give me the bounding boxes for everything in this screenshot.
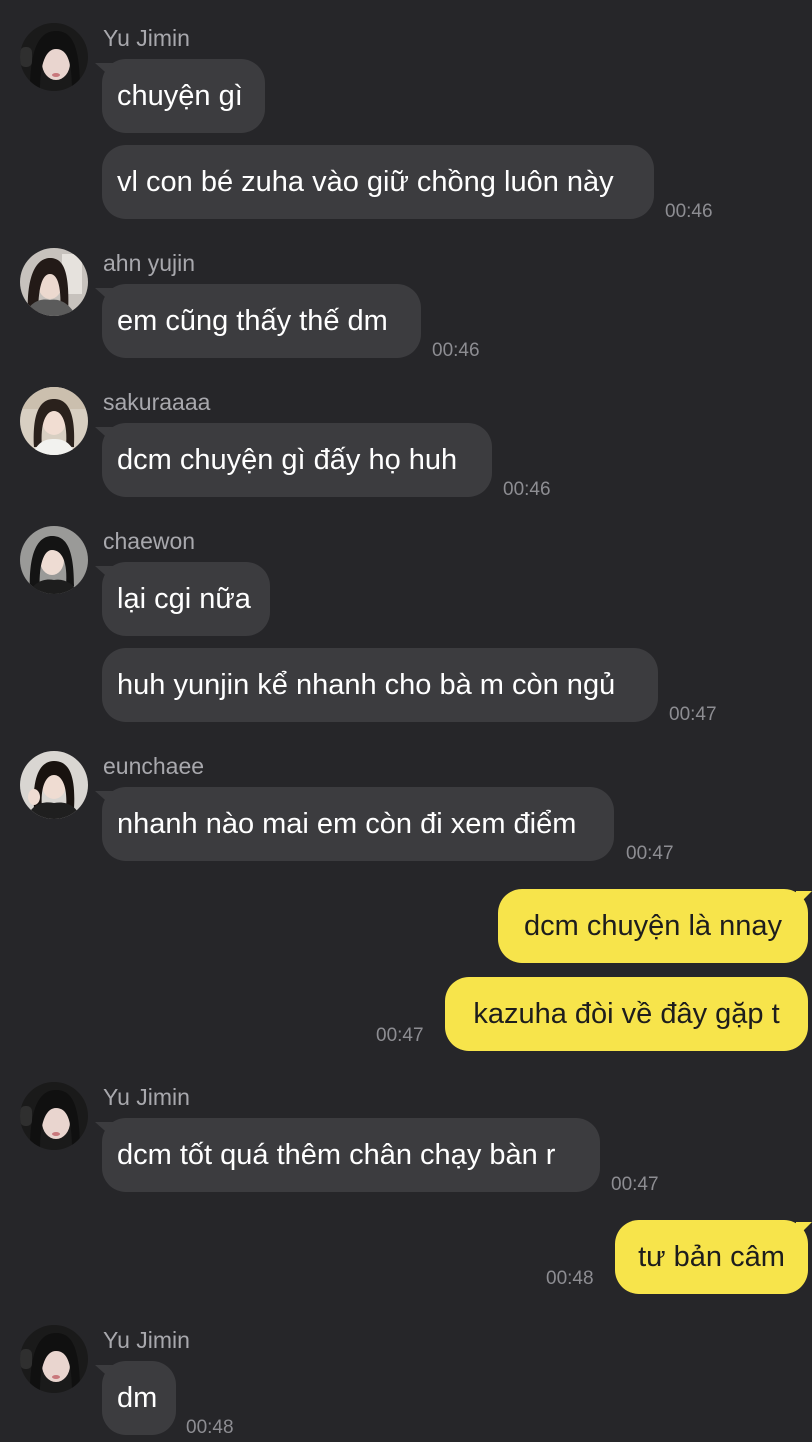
message-timestamp: 00:48 [546,1268,594,1289]
message-bubble[interactable]: huh yunjin kể nhanh cho bà m còn ngủ [102,648,658,722]
bubble-tail [796,1222,812,1238]
sender-name: ahn yujin [103,250,196,276]
message-bubble[interactable]: dcm tốt quá thêm chân chạy bàn r [102,1118,600,1192]
message-timestamp: 00:46 [432,340,480,361]
message-bubble[interactable]: nhanh nào mai em còn đi xem điểm [102,787,614,861]
message-bubble[interactable]: dcm chuyện gì đấy họ huh [102,423,492,497]
sender-name: Yu Jimin [103,25,190,51]
chat-message-list[interactable]: Yu Jimin chuyện gì vl con bé zuha vào gi… [0,0,812,1442]
message-bubble[interactable]: chuyện gì [102,59,265,133]
my-message-bubble[interactable]: kazuha đòi về đây gặp t [445,977,808,1051]
message-timestamp: 00:46 [503,479,551,500]
message-bubble[interactable]: vl con bé zuha vào giữ chồng luôn này [102,145,654,219]
message-timestamp: 00:48 [186,1417,234,1438]
message-bubble[interactable]: dm [102,1361,176,1435]
message-timestamp: 00:46 [665,201,713,222]
avatar-yu-jimin[interactable] [20,1325,88,1393]
avatar-yu-jimin[interactable] [20,23,88,91]
sender-name: eunchaee [103,753,205,779]
my-message-bubble[interactable]: tư bản câm [615,1220,808,1294]
my-message-bubble[interactable]: dcm chuyện là nnay [498,889,808,963]
message-timestamp: 00:47 [611,1174,659,1195]
sender-name: Yu Jimin [103,1327,190,1353]
sender-name: Yu Jimin [103,1084,190,1110]
message-timestamp: 00:47 [669,704,717,725]
sender-name: sakuraaaa [103,389,211,415]
message-bubble[interactable]: lại cgi nữa [102,562,270,636]
message-timestamp: 00:47 [626,843,674,864]
avatar-sakuraaaa[interactable] [20,387,88,455]
bubble-tail [796,891,812,907]
sender-name: chaewon [103,528,196,554]
avatar-ahn-yujin[interactable] [20,248,88,316]
message-bubble[interactable]: em cũng thấy thế dm [102,284,421,358]
avatar-eunchaee[interactable] [20,751,88,819]
message-timestamp: 00:47 [376,1025,424,1046]
avatar-chaewon[interactable] [20,526,88,594]
avatar-yu-jimin[interactable] [20,1082,88,1150]
